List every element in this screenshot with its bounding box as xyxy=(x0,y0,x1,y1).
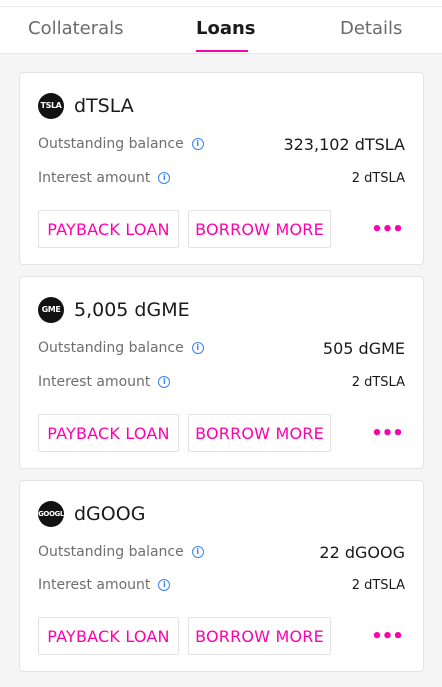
active-tab-indicator xyxy=(196,50,248,52)
outstanding-balance-value: 505 dGME xyxy=(322,338,405,358)
interest-amount-label: Interest amount xyxy=(38,374,151,390)
loan-title: 5,005 dGME xyxy=(74,299,190,321)
outstanding-balance-value: 22 dGOOG xyxy=(319,542,405,562)
borrow-more-button[interactable]: BORROW MORE xyxy=(188,414,331,452)
more-options-icon[interactable]: ••• xyxy=(371,626,404,647)
tab-details[interactable]: Details xyxy=(340,18,402,39)
tab-bar: Collaterals Loans Details xyxy=(0,0,442,54)
info-icon[interactable]: i xyxy=(158,579,171,591)
token-googl-icon: GOOGL xyxy=(38,501,64,527)
payback-loan-button[interactable]: PAYBACK LOAN xyxy=(38,617,179,655)
token-gme-icon: GME xyxy=(38,297,64,323)
borrow-more-button[interactable]: BORROW MORE xyxy=(188,617,331,655)
loan-card: TSLA dTSLA Outstanding balance i 323,102… xyxy=(19,72,424,265)
loan-card: GOOGL dGOOG Outstanding balance i 22 dGO… xyxy=(19,480,424,672)
interest-amount-value: 2 dTSLA xyxy=(351,170,405,186)
interest-amount-label: Interest amount xyxy=(38,170,151,186)
token-tsla-icon: TSLA xyxy=(38,93,64,119)
interest-amount-value: 2 dTSLA xyxy=(351,577,405,593)
loan-title: dTSLA xyxy=(74,95,134,117)
payback-loan-button[interactable]: PAYBACK LOAN xyxy=(38,210,179,248)
info-icon[interactable]: i xyxy=(158,172,171,184)
loan-card: GME 5,005 dGME Outstanding balance i 505… xyxy=(19,276,424,469)
outstanding-balance-label: Outstanding balance xyxy=(38,136,184,152)
tab-collaterals[interactable]: Collaterals xyxy=(28,18,124,39)
outstanding-balance-value: 323,102 dTSLA xyxy=(283,134,405,154)
more-options-icon[interactable]: ••• xyxy=(371,219,404,240)
outstanding-balance-label: Outstanding balance xyxy=(38,340,184,356)
tab-loans[interactable]: Loans xyxy=(196,18,256,39)
payback-loan-button[interactable]: PAYBACK LOAN xyxy=(38,414,179,452)
outstanding-balance-label: Outstanding balance xyxy=(38,544,184,560)
interest-amount-value: 2 dTSLA xyxy=(351,374,405,390)
info-icon[interactable]: i xyxy=(191,342,204,354)
info-icon[interactable]: i xyxy=(158,376,171,388)
loan-title: dGOOG xyxy=(74,503,146,525)
interest-amount-label: Interest amount xyxy=(38,577,151,593)
more-options-icon[interactable]: ••• xyxy=(371,423,404,444)
borrow-more-button[interactable]: BORROW MORE xyxy=(188,210,331,248)
info-icon[interactable]: i xyxy=(191,546,204,558)
info-icon[interactable]: i xyxy=(191,138,204,150)
